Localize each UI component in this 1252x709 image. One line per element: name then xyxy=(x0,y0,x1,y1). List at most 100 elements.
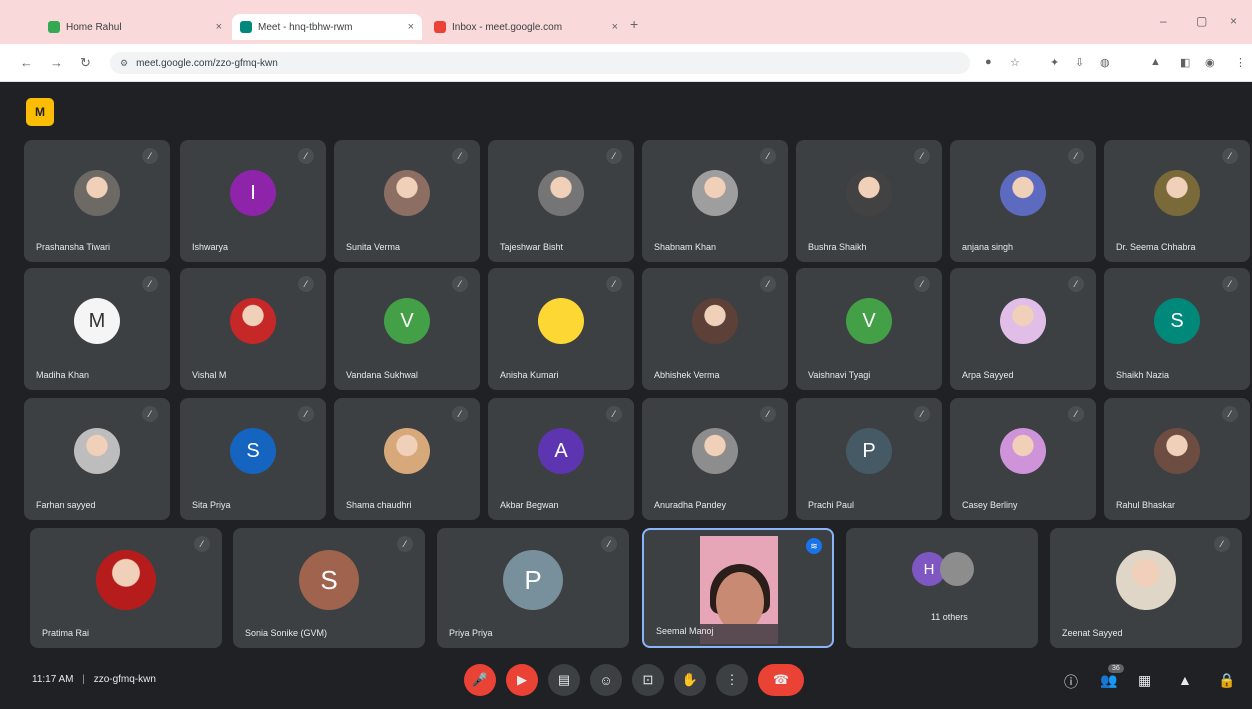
download-icon[interactable]: ⇩ xyxy=(1075,56,1084,69)
participant-tile[interactable]: M ⁄ Madiha Khan xyxy=(24,268,170,390)
reload-icon[interactable]: ↻ xyxy=(80,55,91,71)
browser-tab-2[interactable]: Meet - hnq-tbhw-rwm × xyxy=(232,14,422,40)
participant-tile[interactable]: ⁄ Shabnam Khan xyxy=(642,140,788,262)
participant-tile[interactable]: ⁄ Prashansha Tiwari xyxy=(24,140,170,262)
camera-off-icon[interactable]: ▶ xyxy=(506,664,538,696)
participant-tile[interactable]: ⁄ Dr. Seema Chhabra xyxy=(1104,140,1250,262)
mic-off-icon: ⁄ xyxy=(606,148,622,164)
avatar: I xyxy=(230,170,276,216)
mic-off-icon: ⁄ xyxy=(142,406,158,422)
participant-tile[interactable]: S ⁄ Sonia Sonike (GVM) xyxy=(233,528,425,648)
extensions-puzzle-icon[interactable]: ◍ xyxy=(1100,56,1110,69)
menu-icon[interactable]: ⋮ xyxy=(1235,56,1246,69)
participant-name: Arpa Sayyed xyxy=(962,370,1014,380)
participant-tile[interactable]: ⁄ Casey Berliny xyxy=(950,398,1096,520)
activities-icon[interactable]: ▲ xyxy=(1178,672,1192,688)
participant-tile[interactable]: P ⁄ Priya Priya xyxy=(437,528,629,648)
participant-name: Madiha Khan xyxy=(36,370,90,380)
url-text: meet.google.com/zzo-gfmq-kwn xyxy=(136,57,278,69)
participant-name: 11 others xyxy=(930,612,968,622)
participant-tile[interactable]: ⁄ Rahul Bhaskar xyxy=(1104,398,1250,520)
participant-tile[interactable]: ⁄ Shama chaudhri xyxy=(334,398,480,520)
minimize-icon[interactable]: – xyxy=(1160,14,1167,28)
close-tab-icon[interactable]: × xyxy=(216,21,222,33)
avatar: A xyxy=(538,428,584,474)
address-bar[interactable]: ⚙ meet.google.com/zzo-gfmq-kwn xyxy=(110,52,970,74)
profile-icon[interactable]: ◉ xyxy=(1205,56,1215,69)
emoji-icon[interactable]: ☺ xyxy=(590,664,622,696)
participant-name: Priya Priya xyxy=(449,628,493,638)
avatar xyxy=(1154,170,1200,216)
present-icon[interactable]: ⊡ xyxy=(632,664,664,696)
browser-tabstrip: Home Rahul × Meet - hnq-tbhw-rwm × Inbox… xyxy=(0,0,1252,44)
participant-tile[interactable]: ⁄ Arpa Sayyed xyxy=(950,268,1096,390)
participant-tile[interactable]: ⁄ anjana singh xyxy=(950,140,1096,262)
info-icon[interactable]: ⓘ xyxy=(1064,672,1078,692)
participant-name: Shabnam Khan xyxy=(654,242,717,252)
raise-hand-icon[interactable]: ✋ xyxy=(674,664,706,696)
extension-icon[interactable]: ✦ xyxy=(1050,56,1059,69)
participant-tile[interactable]: ⁄ Anisha Kumari xyxy=(488,268,634,390)
browser-tab-1[interactable]: Home Rahul × xyxy=(40,14,230,40)
people-icon[interactable]: 👥 36 xyxy=(1100,664,1124,689)
participant-name: Prashansha Tiwari xyxy=(36,242,111,252)
chat-icon[interactable]: ▦ xyxy=(1138,672,1151,689)
participant-tile[interactable]: A ⁄ Akbar Begwan xyxy=(488,398,634,520)
participant-name: Vaishnavi Tyagi xyxy=(808,370,871,380)
participant-tile[interactable]: I ⁄ Ishwarya xyxy=(180,140,326,262)
sidebar-icon[interactable]: ◧ xyxy=(1180,56,1190,69)
participant-name: Tajeshwar Bisht xyxy=(500,242,564,252)
mic-off-icon: ⁄ xyxy=(1222,148,1238,164)
mic-off-icon: ⁄ xyxy=(298,406,314,422)
avatar: P xyxy=(503,550,563,610)
close-tab-icon[interactable]: × xyxy=(612,21,618,33)
close-window-icon[interactable]: × xyxy=(1230,14,1237,28)
alert-icon[interactable]: ▲ xyxy=(1150,56,1161,68)
participant-name: Bushra Shaikh xyxy=(808,242,867,252)
participant-name: Akbar Begwan xyxy=(500,500,559,510)
participant-tile[interactable]: ⁄ Tajeshwar Bisht xyxy=(488,140,634,262)
participant-tile[interactable]: ⁄ Bushra Shaikh xyxy=(796,140,942,262)
mic-off-icon: ⁄ xyxy=(194,536,210,552)
participant-tile[interactable]: V ⁄ Vandana Sukhwal xyxy=(334,268,480,390)
participant-tile[interactable]: S ⁄ Shaikh Nazia xyxy=(1104,268,1250,390)
participant-tile[interactable]: ⁄ Farhan sayyed xyxy=(24,398,170,520)
forward-icon[interactable]: → xyxy=(50,55,63,70)
participant-tile[interactable]: ≋ Seemal Manoj xyxy=(642,528,834,648)
participant-tile[interactable]: H 11 others xyxy=(846,528,1038,648)
captions-icon[interactable]: ▤ xyxy=(548,664,580,696)
mic-off-icon: ⁄ xyxy=(1214,536,1230,552)
audio-wave-icon: ≋ xyxy=(806,538,822,554)
camera-indicator-icon[interactable]: ● xyxy=(985,56,992,68)
new-tab-button[interactable]: + xyxy=(630,16,638,32)
participant-tile[interactable]: ⁄ Zeenat Sayyed xyxy=(1050,528,1242,648)
participant-tile[interactable]: ⁄ Anuradha Pandey xyxy=(642,398,788,520)
mic-off-icon[interactable]: 🎤 xyxy=(464,664,496,696)
participant-tile[interactable]: ⁄ Pratima Rai xyxy=(30,528,222,648)
maximize-icon[interactable]: ▢ xyxy=(1196,14,1207,28)
participant-tile[interactable]: P ⁄ Prachi Paul xyxy=(796,398,942,520)
bookmark-star-icon[interactable]: ☆ xyxy=(1010,56,1020,69)
avatar: P xyxy=(846,428,892,474)
meeting-time-code: 11:17 AM | zzo-gfmq-kwn xyxy=(32,674,156,685)
avatar: V xyxy=(384,298,430,344)
more-options-icon[interactable]: ⋮ xyxy=(716,664,748,696)
participant-name: Anisha Kumari xyxy=(500,370,559,380)
participant-tile[interactable]: V ⁄ Vaishnavi Tyagi xyxy=(796,268,942,390)
avatar xyxy=(384,170,430,216)
back-icon[interactable]: ← xyxy=(20,55,33,70)
participant-name: Sonia Sonike (GVM) xyxy=(245,628,328,638)
hang-up-icon[interactable]: ☎ xyxy=(758,664,804,696)
host-controls-icon[interactable]: 🔒 xyxy=(1218,672,1235,689)
browser-tab-3[interactable]: Inbox - meet.google.com × xyxy=(426,14,626,40)
avatar xyxy=(1116,550,1176,610)
participant-tile[interactable]: S ⁄ Sita Priya xyxy=(180,398,326,520)
participant-tile[interactable]: ⁄ Sunita Verma xyxy=(334,140,480,262)
meet-logo: M xyxy=(26,98,54,126)
participant-tile[interactable]: ⁄ Vishal M xyxy=(180,268,326,390)
participant-tile[interactable]: ⁄ Abhishek Verma xyxy=(642,268,788,390)
site-info-icon[interactable]: ⚙ xyxy=(120,58,128,69)
close-tab-icon[interactable]: × xyxy=(408,21,414,33)
mic-off-icon: ⁄ xyxy=(914,406,930,422)
mic-off-icon: ⁄ xyxy=(760,276,776,292)
